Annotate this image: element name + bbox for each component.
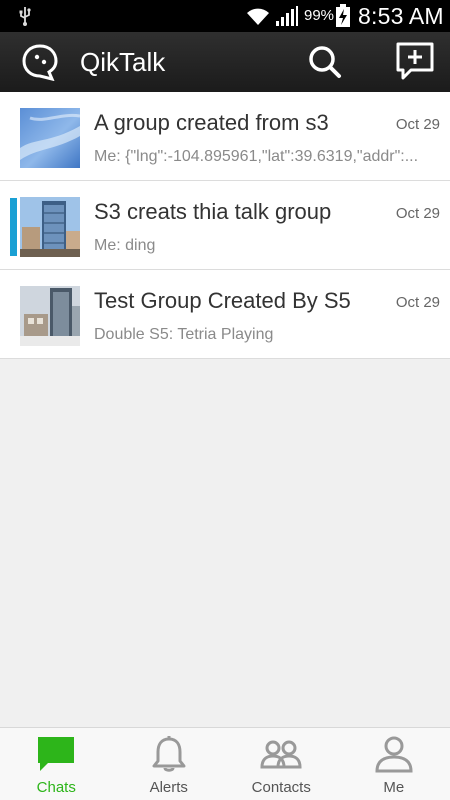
chat-preview: Double S5: Tetria Playing [94,326,274,343]
qiktalk-logo-icon[interactable] [22,43,58,81]
tab-me[interactable]: Me [338,728,450,800]
clock: 8:53 AM [358,3,444,29]
search-icon[interactable] [302,42,346,82]
tab-label: Alerts [149,779,188,796]
chat-title: A group created from s3 [94,110,329,135]
tab-label: Chats [36,779,76,796]
wifi-icon [247,8,269,25]
status-bar: 99% 8:53 AM [0,0,450,32]
chat-list-item[interactable]: A group created from s3 Oct 29 Me: {"lng… [0,92,450,181]
usb-icon [19,7,31,26]
chat-list: A group created from s3 Oct 29 Me: {"lng… [0,92,450,359]
chat-bubble-icon [38,737,75,771]
action-bar: QikTalk [0,32,450,92]
chat-date: Oct 29 [395,116,440,133]
chat-list-item[interactable]: Test Group Created By S5 Oct 29 Double S… [0,270,450,359]
new-chat-icon[interactable] [393,40,437,82]
signal-icon [276,6,298,26]
bottom-nav: Chats Alerts Contacts Me [0,727,450,800]
battery-percent: 99% [304,7,335,24]
bell-icon [152,736,186,772]
unread-marker [10,198,17,256]
chat-date: Oct 29 [395,294,440,311]
tab-chats[interactable]: Chats [0,728,113,800]
tab-label: Me [383,779,405,796]
group-avatar [20,197,80,257]
chat-preview: Me: {"lng":-104.895961,"lat":39.6319,"ad… [94,148,419,165]
group-avatar [20,108,80,168]
contacts-icon [260,740,302,769]
chat-list-item[interactable]: S3 creats thia talk group Oct 29 Me: din… [0,181,450,270]
tab-alerts[interactable]: Alerts [113,728,226,800]
chat-title: S3 creats thia talk group [94,199,332,224]
chat-preview: Me: ding [94,237,156,254]
chat-title: Test Group Created By S5 [94,288,351,313]
group-avatar [20,286,80,346]
tab-contacts[interactable]: Contacts [225,728,338,800]
battery-charging-icon [336,4,350,27]
app-title: QikTalk [80,47,166,77]
chat-date: Oct 29 [395,205,440,222]
person-icon [375,736,413,773]
tab-label: Contacts [251,779,311,796]
